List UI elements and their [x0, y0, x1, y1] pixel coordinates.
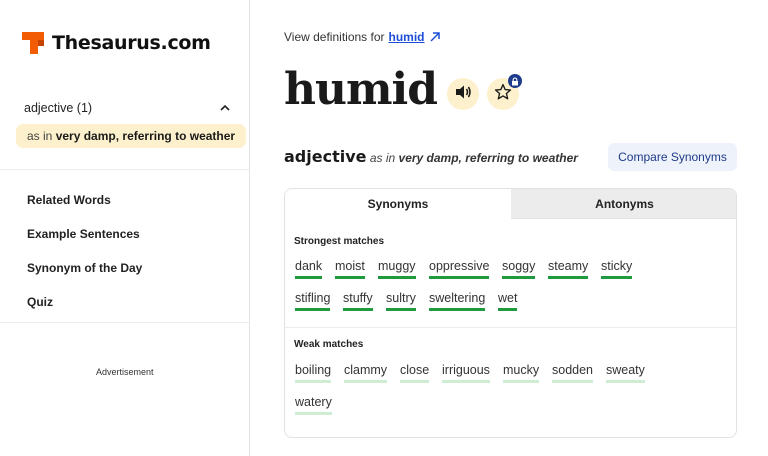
pos-title: adjective (1)	[24, 101, 93, 115]
synonym-chip-moist[interactable]: moist	[335, 259, 365, 279]
nav-related-words[interactable]: Related Words	[27, 193, 111, 207]
view-definitions: View definitions for humid	[284, 30, 441, 44]
divider	[0, 322, 249, 323]
divider	[285, 327, 736, 328]
weak-matches-label: Weak matches	[294, 339, 364, 350]
definition-link[interactable]: humid	[389, 30, 425, 44]
pos-line: adjective as in very damp, referring to …	[284, 147, 578, 166]
synonym-chip-oppressive[interactable]: oppressive	[429, 259, 490, 279]
pos-toggle[interactable]: adjective (1)	[24, 101, 230, 115]
external-link-icon[interactable]	[429, 31, 441, 43]
synonym-chip-sultry[interactable]: sultry	[386, 291, 416, 311]
advertisement-label: Advertisement	[96, 367, 154, 377]
synonym-chip-wet[interactable]: wet	[498, 291, 518, 311]
synonym-chip-sticky[interactable]: sticky	[601, 259, 633, 279]
tab-antonyms[interactable]: Antonyms	[511, 189, 736, 219]
divider	[0, 169, 249, 170]
sidebar: Thesaurus.com adjective (1) as in very d…	[0, 0, 250, 456]
synonym-chip-sweltering[interactable]: sweltering	[429, 291, 486, 311]
sense-item[interactable]: as in very damp, referring to weather	[16, 124, 246, 148]
synonym-chip-watery[interactable]: watery	[295, 395, 332, 415]
sense-text: very damp, referring to weather	[55, 129, 236, 143]
nav-synonym-of-the-day[interactable]: Synonym of the Day	[27, 261, 142, 275]
synonym-chip-stifling[interactable]: stifling	[295, 291, 331, 311]
synonym-chip-clammy[interactable]: clammy	[344, 363, 388, 383]
tab-synonyms[interactable]: Synonyms	[285, 189, 511, 219]
synonym-chip-mucky[interactable]: mucky	[503, 363, 540, 383]
view-definitions-prefix: View definitions for	[284, 30, 385, 44]
logo[interactable]: Thesaurus.com	[22, 30, 211, 56]
synonym-chip-dank[interactable]: dank	[295, 259, 323, 279]
tab-bar: Synonyms Antonyms	[285, 189, 736, 219]
compare-synonyms-button[interactable]: Compare Synonyms	[608, 143, 737, 171]
synonym-chip-boiling[interactable]: boiling	[295, 363, 332, 383]
sense-prefix: as in	[27, 129, 53, 143]
synonym-chip-irriguous[interactable]: irriguous	[442, 363, 490, 383]
sense-text: very damp, referring to weather	[398, 151, 578, 165]
logo-text: Thesaurus.com	[52, 32, 211, 54]
logo-icon	[22, 30, 46, 56]
headword: humid	[284, 64, 438, 115]
lock-icon	[508, 74, 522, 88]
synonym-chip-sweaty[interactable]: sweaty	[606, 363, 645, 383]
nav-quiz[interactable]: Quiz	[27, 295, 53, 309]
chevron-up-icon	[220, 102, 230, 114]
strongest-matches-label: Strongest matches	[294, 236, 385, 247]
synonym-chip-soggy[interactable]: soggy	[502, 259, 536, 279]
synonyms-card: Synonyms Antonyms Strongest matches dank…	[284, 188, 737, 438]
as-in: as in	[369, 151, 396, 165]
synonym-chip-muggy[interactable]: muggy	[378, 259, 416, 279]
pos-word: adjective	[284, 147, 367, 166]
synonym-chip-stuffy[interactable]: stuffy	[343, 291, 373, 311]
synonym-chip-close[interactable]: close	[400, 363, 430, 383]
speaker-icon	[454, 84, 472, 105]
pronounce-button[interactable]	[447, 78, 479, 110]
synonym-chip-steamy[interactable]: steamy	[548, 259, 589, 279]
synonym-chip-sodden[interactable]: sodden	[552, 363, 594, 383]
nav-example-sentences[interactable]: Example Sentences	[27, 227, 140, 241]
